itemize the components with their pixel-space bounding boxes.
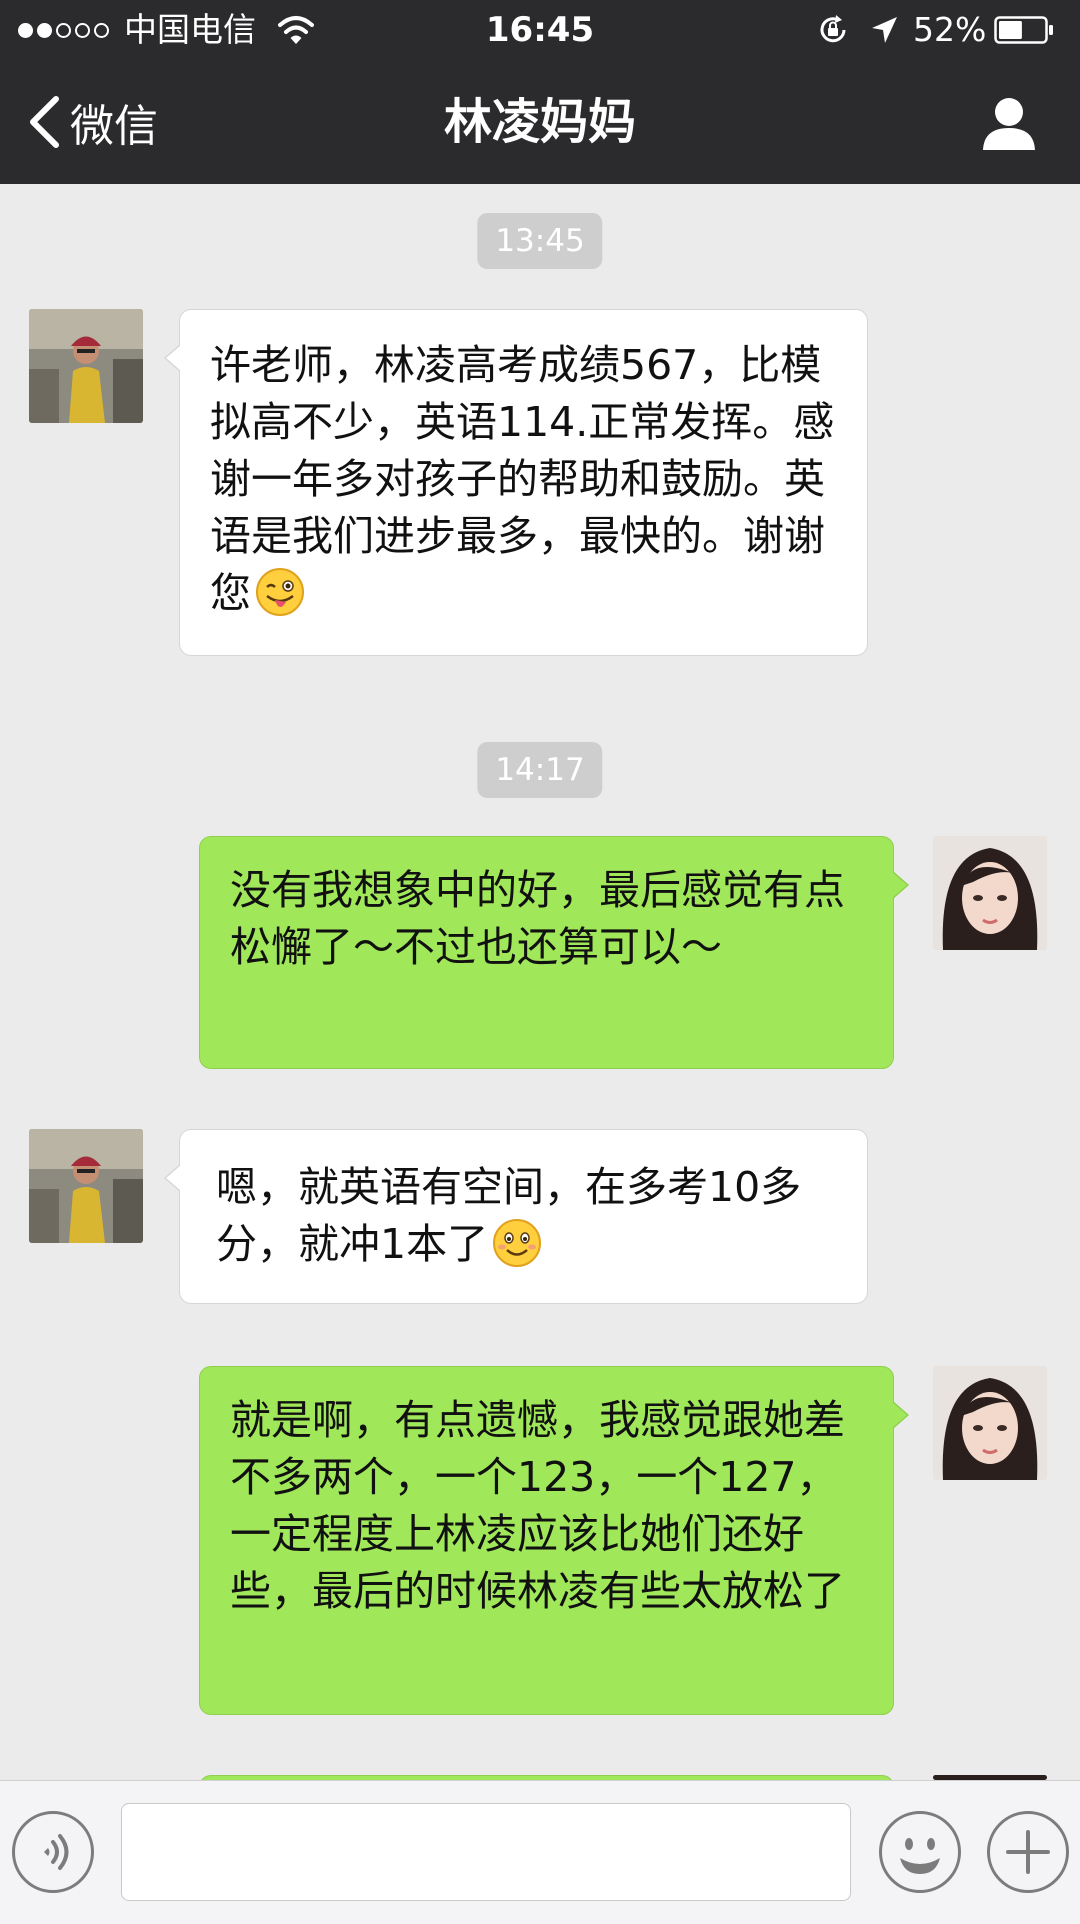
- message-text-input[interactable]: [121, 1803, 851, 1901]
- smile-emoji-icon: [492, 1218, 542, 1268]
- outgoing-message-bubble[interactable]: 没有我想象中的好，最后感觉有点松懈了～不过也还算可以～: [199, 836, 909, 1069]
- voice-icon: [44, 1834, 69, 1870]
- back-label: 微信: [70, 101, 158, 152]
- battery-icon: [994, 16, 1053, 44]
- rotation-lock-icon: [820, 15, 846, 43]
- my-avatar[interactable]: [933, 1366, 1047, 1480]
- back-chevron-icon: [30, 96, 59, 148]
- chat-message-list[interactable]: 13:45 许老师，林凌高考成绩567，比模拟高不少，英语114.正常发挥。感谢…: [0, 184, 1080, 1780]
- incoming-message-bubble[interactable]: 嗯，就英语有空间，在多考10多分，就冲1本了: [164, 1129, 868, 1304]
- contact-profile-icon[interactable]: [980, 94, 1038, 152]
- battery-percentage: 52%: [913, 10, 987, 49]
- message-timestamp: 13:45: [477, 213, 603, 269]
- more-functions-button[interactable]: [987, 1811, 1069, 1893]
- message-input-bar: [0, 1780, 1080, 1924]
- voice-input-button[interactable]: [12, 1811, 94, 1893]
- sender-avatar[interactable]: [29, 1129, 143, 1243]
- emoji-button[interactable]: [879, 1811, 961, 1893]
- emoji-icon: [900, 1838, 940, 1874]
- status-bar: 中国电信 16:45 52%: [0, 0, 1080, 60]
- chat-title: 林凌妈妈: [443, 94, 636, 150]
- navigation-bar: 微信 林凌妈妈: [0, 60, 1080, 184]
- location-arrow-icon: [872, 17, 897, 43]
- my-avatar[interactable]: [933, 836, 1047, 950]
- message-text: 没有我想象中的好，最后感觉有点松懈了～不过也还算可以～: [230, 866, 845, 971]
- message-text: 就是啊，有点遗憾，我感觉跟她差不多两个，一个123，一个127，一定程度上林凌应…: [230, 1396, 845, 1615]
- incoming-message-bubble[interactable]: 许老师，林凌高考成绩567，比模拟高不少，英语114.正常发挥。感谢一年多对孩子…: [164, 309, 868, 656]
- message-timestamp: 14:17: [477, 742, 603, 798]
- sender-avatar[interactable]: [29, 309, 143, 423]
- plus-icon: [1006, 1830, 1050, 1874]
- outgoing-message-bubble[interactable]: 就是啊，有点遗憾，我感觉跟她差不多两个，一个123，一个127，一定程度上林凌应…: [199, 1366, 909, 1715]
- winking-tongue-emoji-icon: [255, 567, 305, 617]
- back-button[interactable]: 微信: [26, 60, 158, 184]
